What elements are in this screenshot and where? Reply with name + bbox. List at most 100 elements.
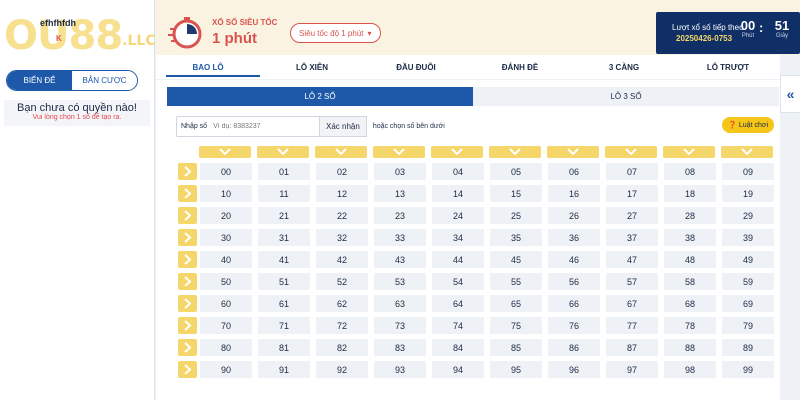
number-cell[interactable]: 08 (664, 163, 716, 180)
tab-lo-truot[interactable]: LÔ TRƯỢT (676, 55, 780, 79)
number-cell[interactable]: 28 (664, 207, 716, 224)
select-column-button[interactable] (199, 146, 251, 158)
number-cell[interactable]: 45 (490, 251, 542, 268)
number-cell[interactable]: 38 (664, 229, 716, 246)
tab-danh-de[interactable]: ĐÁNH ĐỀ (468, 55, 572, 79)
number-cell[interactable]: 79 (722, 317, 774, 334)
select-column-button[interactable] (663, 146, 715, 158)
number-cell[interactable]: 99 (722, 361, 774, 378)
number-cell[interactable]: 35 (490, 229, 542, 246)
number-cell[interactable]: 54 (432, 273, 484, 290)
select-column-button[interactable] (721, 146, 773, 158)
number-cell[interactable]: 26 (548, 207, 600, 224)
confirm-button[interactable]: Xác nhận (320, 116, 367, 137)
select-column-button[interactable] (431, 146, 483, 158)
number-cell[interactable]: 80 (200, 339, 252, 356)
number-cell[interactable]: 41 (258, 251, 310, 268)
number-cell[interactable]: 66 (548, 295, 600, 312)
number-cell[interactable]: 33 (374, 229, 426, 246)
number-cell[interactable]: 62 (316, 295, 368, 312)
number-cell[interactable]: 18 (664, 185, 716, 202)
number-cell[interactable]: 15 (490, 185, 542, 202)
select-row-button[interactable] (178, 361, 197, 378)
tab-lo-xien[interactable]: LÔ XIÊN (260, 55, 364, 79)
number-cell[interactable]: 76 (548, 317, 600, 334)
select-row-button[interactable] (178, 207, 197, 224)
number-cell[interactable]: 97 (606, 361, 658, 378)
number-cell[interactable]: 69 (722, 295, 774, 312)
select-row-button[interactable] (178, 163, 197, 180)
number-cell[interactable]: 74 (432, 317, 484, 334)
tab-dau-duoi[interactable]: ĐẦU ĐUÔI (364, 55, 468, 79)
select-column-button[interactable] (373, 146, 425, 158)
number-cell[interactable]: 95 (490, 361, 542, 378)
number-cell[interactable]: 30 (200, 229, 252, 246)
select-row-button[interactable] (178, 251, 197, 268)
number-cell[interactable]: 31 (258, 229, 310, 246)
tab-lo-3-so[interactable]: LÔ 3 SỐ (473, 87, 779, 106)
number-cell[interactable]: 17 (606, 185, 658, 202)
number-cell[interactable]: 47 (606, 251, 658, 268)
number-cell[interactable]: 87 (606, 339, 658, 356)
number-cell[interactable]: 58 (664, 273, 716, 290)
number-cell[interactable]: 19 (722, 185, 774, 202)
number-cell[interactable]: 04 (432, 163, 484, 180)
number-cell[interactable]: 93 (374, 361, 426, 378)
select-row-button[interactable] (178, 229, 197, 246)
number-cell[interactable]: 81 (258, 339, 310, 356)
number-cell[interactable]: 37 (606, 229, 658, 246)
number-cell[interactable]: 78 (664, 317, 716, 334)
number-cell[interactable]: 65 (490, 295, 542, 312)
number-cell[interactable]: 09 (722, 163, 774, 180)
number-cell[interactable]: 22 (316, 207, 368, 224)
number-cell[interactable]: 03 (374, 163, 426, 180)
number-cell[interactable]: 83 (374, 339, 426, 356)
number-cell[interactable]: 24 (432, 207, 484, 224)
number-cell[interactable]: 12 (316, 185, 368, 202)
number-cell[interactable]: 14 (432, 185, 484, 202)
number-cell[interactable]: 94 (432, 361, 484, 378)
number-cell[interactable]: 05 (490, 163, 542, 180)
number-cell[interactable]: 27 (606, 207, 658, 224)
number-cell[interactable]: 43 (374, 251, 426, 268)
number-cell[interactable]: 85 (490, 339, 542, 356)
number-cell[interactable]: 92 (316, 361, 368, 378)
select-column-button[interactable] (315, 146, 367, 158)
number-cell[interactable]: 60 (200, 295, 252, 312)
number-cell[interactable]: 96 (548, 361, 600, 378)
select-row-button[interactable] (178, 317, 197, 334)
tab-bien-de[interactable]: BIẾN ĐỂ (7, 71, 72, 90)
tab-bao-lo[interactable]: BAO LÔ (156, 55, 260, 79)
select-column-button[interactable] (605, 146, 657, 158)
select-row-button[interactable] (178, 273, 197, 290)
number-cell[interactable]: 21 (258, 207, 310, 224)
number-cell[interactable]: 86 (548, 339, 600, 356)
number-cell[interactable]: 39 (722, 229, 774, 246)
number-cell[interactable]: 88 (664, 339, 716, 356)
number-cell[interactable]: 53 (374, 273, 426, 290)
number-cell[interactable]: 90 (200, 361, 252, 378)
number-cell[interactable]: 64 (432, 295, 484, 312)
number-cell[interactable]: 67 (606, 295, 658, 312)
number-cell[interactable]: 46 (548, 251, 600, 268)
tab-ban-cuoc[interactable]: BẢN CƯỢC (72, 71, 137, 90)
number-cell[interactable]: 71 (258, 317, 310, 334)
number-cell[interactable]: 16 (548, 185, 600, 202)
number-cell[interactable]: 06 (548, 163, 600, 180)
number-cell[interactable]: 44 (432, 251, 484, 268)
number-cell[interactable]: 72 (316, 317, 368, 334)
number-cell[interactable]: 29 (722, 207, 774, 224)
number-input[interactable] (213, 123, 294, 130)
number-cell[interactable]: 68 (664, 295, 716, 312)
select-column-button[interactable] (547, 146, 599, 158)
select-column-button[interactable] (257, 146, 309, 158)
number-cell[interactable]: 32 (316, 229, 368, 246)
number-cell[interactable]: 50 (200, 273, 252, 290)
number-cell[interactable]: 02 (316, 163, 368, 180)
number-cell[interactable]: 13 (374, 185, 426, 202)
select-row-button[interactable] (178, 295, 197, 312)
number-cell[interactable]: 73 (374, 317, 426, 334)
number-cell[interactable]: 40 (200, 251, 252, 268)
number-cell[interactable]: 36 (548, 229, 600, 246)
select-column-button[interactable] (489, 146, 541, 158)
